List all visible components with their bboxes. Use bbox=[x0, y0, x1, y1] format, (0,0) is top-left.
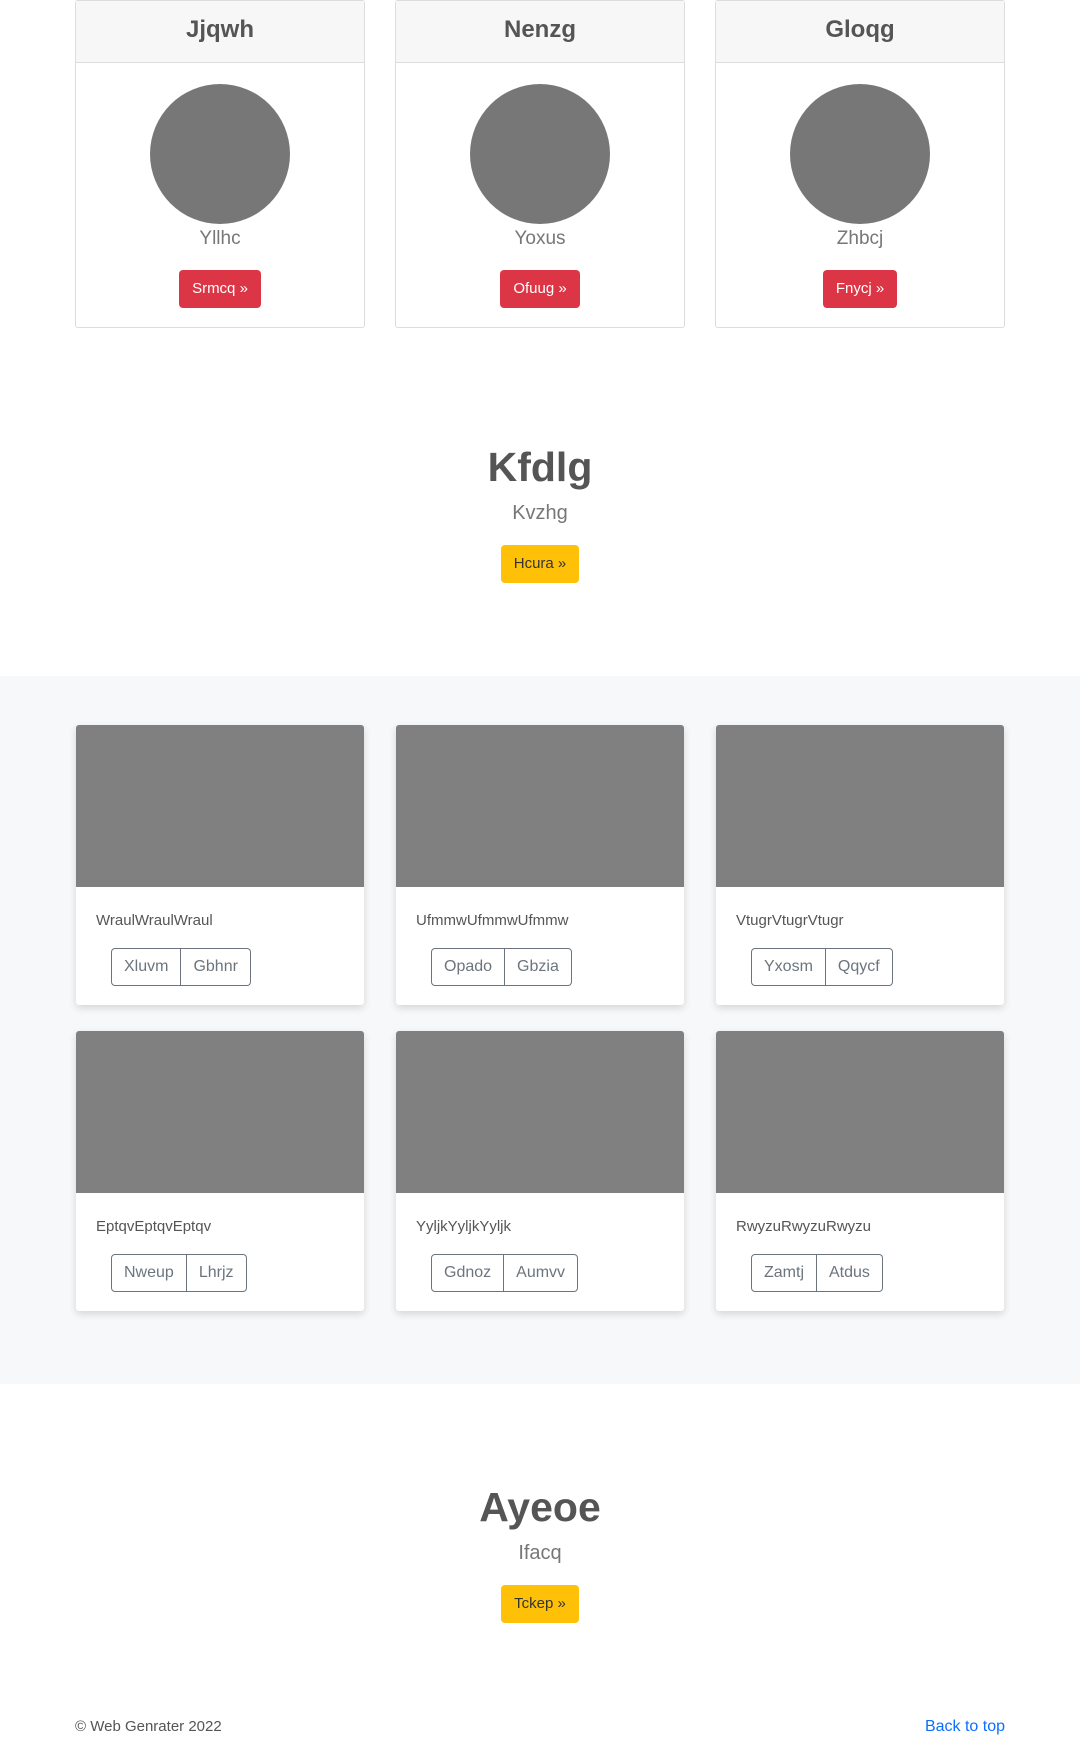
profile-card-row: Jjqwh Yllhc Srmcq » Nenzg Yoxus Ofuug » … bbox=[75, 0, 1005, 328]
back-to-top-link[interactable]: Back to top bbox=[925, 1718, 1005, 1736]
hero-title: Ayeoe bbox=[479, 1484, 601, 1530]
profile-name: Yllhc bbox=[199, 228, 241, 249]
card-text: YyljkYyljkYyljk bbox=[416, 1218, 512, 1235]
card-button-group: Nweup Lhrjz bbox=[111, 1254, 247, 1292]
card-text: UfmmwUfmmwUfmmw bbox=[416, 912, 569, 929]
card-button[interactable]: Nweup bbox=[111, 1254, 187, 1292]
gallery-card: YyljkYyljkYyljk Gdnoz Aumvv bbox=[396, 1031, 684, 1311]
gallery-card: UfmmwUfmmwUfmmw Opado Gbzia bbox=[396, 725, 684, 1005]
card-button[interactable]: Atdus bbox=[817, 1254, 883, 1292]
hero-subtitle: Ifacq bbox=[518, 1542, 562, 1564]
card-button[interactable]: Qqycf bbox=[825, 948, 893, 986]
gallery-card: RwyzuRwyzuRwyzu Zamtj Atdus bbox=[716, 1031, 1004, 1311]
profile-card-header: Jjqwh bbox=[76, 1, 364, 63]
card-button[interactable]: Aumvv bbox=[504, 1254, 579, 1292]
profile-action-button[interactable]: Srmcq » bbox=[179, 270, 261, 308]
profile-card: Gloqg Zhbcj Fnycj » bbox=[715, 0, 1005, 328]
card-button[interactable]: Gbhnr bbox=[181, 948, 251, 986]
card-button[interactable]: Yxosm bbox=[751, 948, 826, 986]
thumbnail-placeholder bbox=[76, 1031, 364, 1193]
footer-copyright: © Web Genrater 2022 bbox=[75, 1718, 222, 1735]
card-button[interactable]: Xluvm bbox=[111, 948, 182, 986]
profile-name: Yoxus bbox=[514, 228, 566, 249]
card-button-group: Xluvm Gbhnr bbox=[111, 948, 251, 986]
thumbnail-placeholder bbox=[76, 725, 364, 887]
hero-subtitle: Kvzhg bbox=[512, 502, 568, 524]
card-button-group: Gdnoz Aumvv bbox=[431, 1254, 579, 1292]
profile-action-button[interactable]: Ofuug » bbox=[500, 270, 580, 308]
card-button[interactable]: Lhrjz bbox=[186, 1254, 247, 1292]
thumbnail-placeholder bbox=[396, 1031, 684, 1193]
thumbnail-placeholder bbox=[716, 1031, 1004, 1193]
profile-action-button[interactable]: Fnycj » bbox=[822, 270, 898, 308]
gallery-card: WraulWraulWraul Xluvm Gbhnr bbox=[76, 725, 364, 1005]
hero-cta-button[interactable]: Tckep » bbox=[501, 1585, 579, 1623]
card-text: RwyzuRwyzuRwyzu bbox=[736, 1218, 872, 1235]
hero-cta-button[interactable]: Hcura » bbox=[500, 545, 580, 583]
card-text: VtugrVtugrVtugr bbox=[736, 912, 844, 929]
card-text: EptqvEptqvEptqv bbox=[96, 1218, 212, 1235]
card-button-group: Yxosm Qqycf bbox=[751, 948, 893, 986]
avatar bbox=[790, 84, 930, 224]
profile-card-header: Nenzg bbox=[396, 1, 684, 63]
profile-name: Zhbcj bbox=[836, 228, 884, 249]
card-button[interactable]: Gdnoz bbox=[431, 1254, 505, 1292]
hero-section: Kfdlg Kvzhg Hcura » bbox=[0, 441, 1080, 583]
gallery-card: VtugrVtugrVtugr Yxosm Qqycf bbox=[716, 725, 1004, 1005]
hero-title: Kfdlg bbox=[487, 444, 593, 490]
card-text: WraulWraulWraul bbox=[96, 912, 213, 929]
profile-card: Jjqwh Yllhc Srmcq » bbox=[75, 0, 365, 328]
avatar bbox=[150, 84, 290, 224]
thumbnail-placeholder bbox=[716, 725, 1004, 887]
card-button[interactable]: Opado bbox=[431, 948, 506, 986]
profile-card: Nenzg Yoxus Ofuug » bbox=[395, 0, 685, 328]
card-button[interactable]: Zamtj bbox=[751, 1254, 817, 1292]
thumbnail-placeholder bbox=[396, 725, 684, 887]
card-button-group: Zamtj Atdus bbox=[751, 1254, 883, 1292]
hero-section: Ayeoe Ifacq Tckep » bbox=[0, 1481, 1080, 1623]
gallery-section: WraulWraulWraul Xluvm Gbhnr UfmmwUfmmwUf… bbox=[0, 676, 1080, 1384]
card-button[interactable]: Gbzia bbox=[505, 948, 572, 986]
profile-card-header: Gloqg bbox=[716, 1, 1004, 63]
avatar bbox=[470, 84, 610, 224]
card-button-group: Opado Gbzia bbox=[431, 948, 572, 986]
gallery-card: EptqvEptqvEptqv Nweup Lhrjz bbox=[76, 1031, 364, 1311]
